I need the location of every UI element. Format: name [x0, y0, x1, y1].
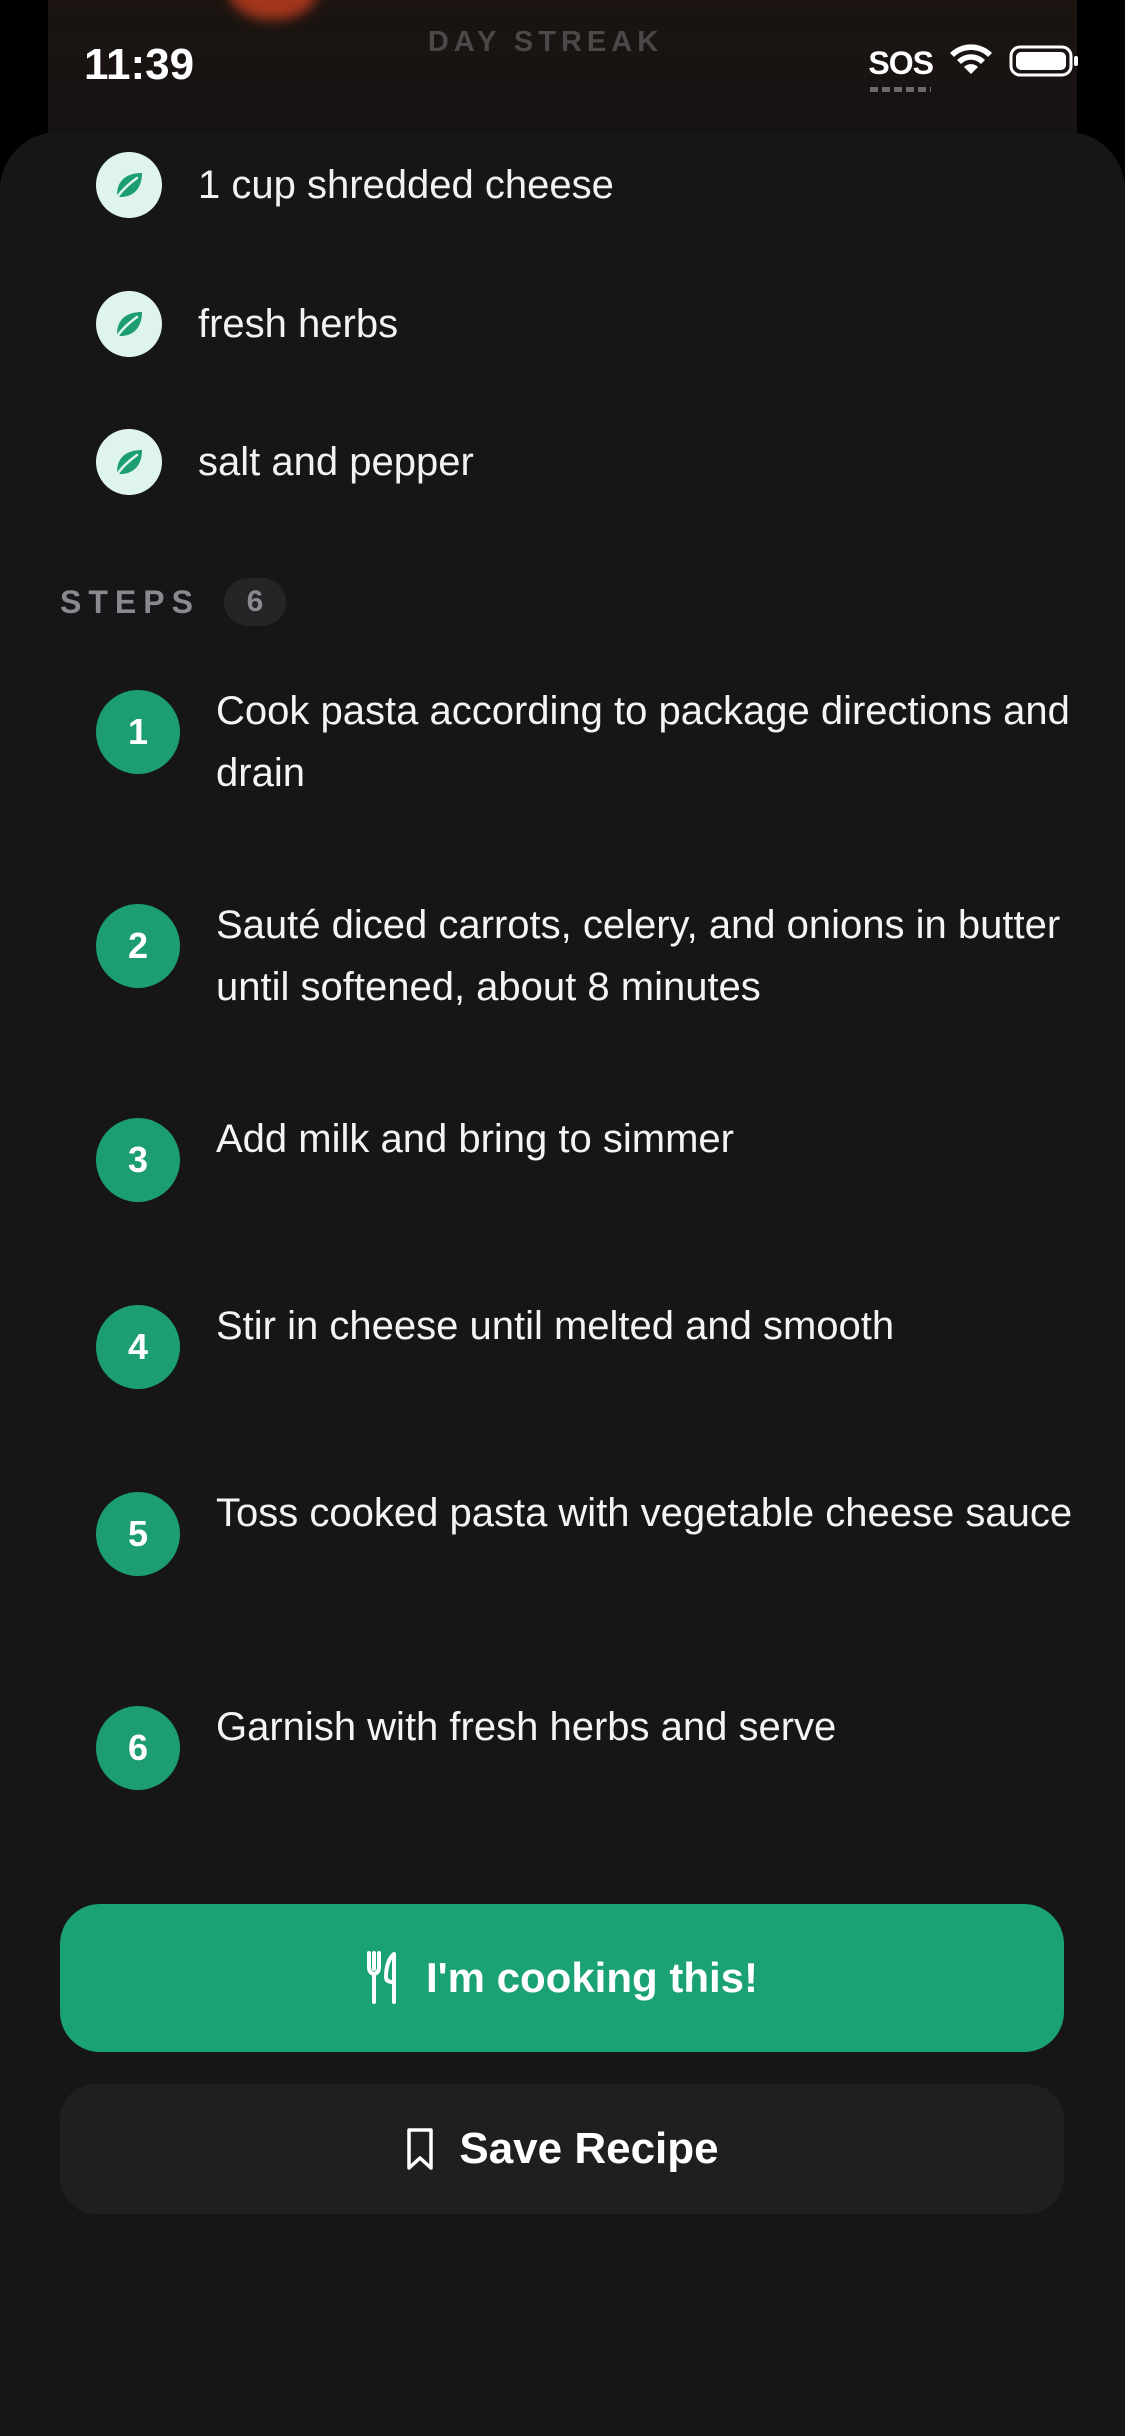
- step-text: Sauté diced carrots, celery, and onions …: [216, 903, 1061, 1009]
- leaf-icon: [96, 291, 162, 357]
- ingredient-text: salt and pepper: [198, 439, 474, 484]
- save-recipe-label: Save Recipe: [459, 2124, 719, 2173]
- fork-knife-icon: [366, 1951, 402, 2005]
- step-number-badge: 3: [96, 1118, 180, 1202]
- step-number-badge: 1: [96, 690, 180, 774]
- step-number-badge: 2: [96, 904, 180, 988]
- leaf-icon: [96, 429, 162, 495]
- step-number-badge: 6: [96, 1706, 180, 1790]
- steps-label: STEPS: [60, 583, 200, 620]
- step-text: Stir in cheese until melted and smooth: [216, 1304, 895, 1348]
- ingredient-text: fresh herbs: [198, 301, 399, 346]
- sos-indicator: SOS: [868, 45, 934, 92]
- battery-icon: [1009, 44, 1081, 83]
- step-text: Add milk and bring to simmer: [216, 1117, 734, 1161]
- step-text: Garnish with fresh herbs and serve: [216, 1705, 837, 1749]
- step-number-badge: 5: [96, 1492, 180, 1576]
- bookmark-icon: [405, 2127, 435, 2171]
- ingredient-item: 1 cup shredded cheese: [96, 152, 614, 218]
- status-indicators: SOS: [868, 44, 1081, 92]
- step-number-badge: 4: [96, 1305, 180, 1389]
- status-time: 11:39: [84, 40, 195, 89]
- steps-count-badge: 6: [223, 578, 286, 626]
- ingredient-item: fresh herbs: [96, 291, 398, 357]
- save-recipe-button[interactable]: Save Recipe: [60, 2084, 1064, 2214]
- step-text: Toss cooked pasta with vegetable cheese …: [216, 1491, 1073, 1535]
- im-cooking-this-label: I'm cooking this!: [425, 1954, 758, 2001]
- ingredient-text: 1 cup shredded cheese: [198, 162, 614, 207]
- ingredient-item: salt and pepper: [96, 429, 474, 495]
- leaf-icon: [96, 152, 162, 218]
- steps-header: STEPS 6: [60, 576, 286, 628]
- im-cooking-this-button[interactable]: I'm cooking this!: [60, 1904, 1064, 2052]
- recipe-detail-sheet: 1 cup shredded cheese fresh herbs salt a…: [0, 132, 1125, 2436]
- wifi-icon: [949, 44, 993, 83]
- step-text: Cook pasta according to package directio…: [216, 689, 1070, 795]
- streak-flame-glow: [228, 0, 318, 20]
